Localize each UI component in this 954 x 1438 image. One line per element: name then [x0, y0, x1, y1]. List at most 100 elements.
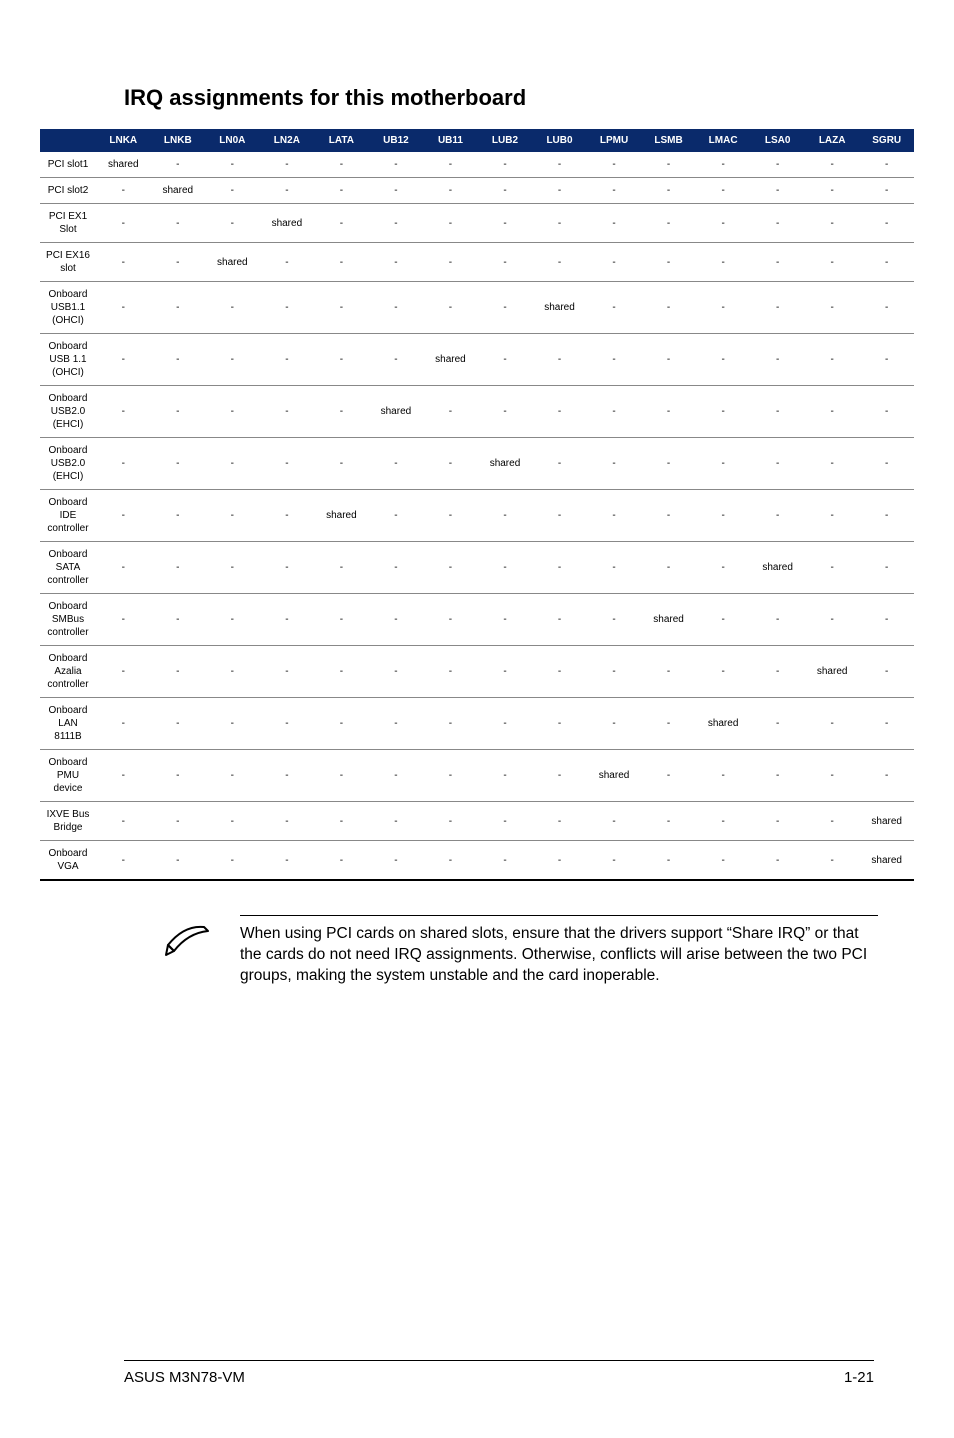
table-cell: - — [805, 802, 860, 841]
table-cell: - — [805, 178, 860, 204]
table-cell: - — [260, 282, 315, 334]
table-cell: - — [260, 334, 315, 386]
table-cell: - — [641, 841, 696, 881]
table-cell: - — [151, 802, 206, 841]
table-cell: shared — [859, 841, 914, 881]
table-row: OnboardLAN8111B-----------shared--- — [40, 698, 914, 750]
table-row: IXVE BusBridge--------------shared — [40, 802, 914, 841]
table-cell: - — [423, 698, 478, 750]
table-cell: - — [750, 594, 805, 646]
table-cell: - — [423, 841, 478, 881]
table-cell: - — [151, 152, 206, 178]
table-cell: - — [151, 841, 206, 881]
table-cell: - — [369, 750, 424, 802]
table-cell: - — [369, 152, 424, 178]
table-cell: shared — [423, 334, 478, 386]
table-cell: - — [205, 178, 260, 204]
table-cell: - — [859, 204, 914, 243]
table-cell: - — [151, 282, 206, 334]
table-cell: - — [314, 152, 369, 178]
table-cell: - — [96, 334, 151, 386]
page-footer: ASUS M3N78-VM 1-21 — [124, 1360, 874, 1386]
irq-col-header: LPMU — [587, 129, 642, 152]
table-cell: - — [205, 698, 260, 750]
table-cell: - — [859, 490, 914, 542]
irq-col-header: LNKB — [151, 129, 206, 152]
row-label: OnboardIDEcontroller — [40, 490, 96, 542]
page-title: IRQ assignments for this motherboard — [124, 85, 914, 111]
table-cell: - — [696, 841, 751, 881]
table-cell: - — [151, 243, 206, 282]
table-cell: - — [587, 490, 642, 542]
irq-col-header: UB12 — [369, 129, 424, 152]
table-cell: - — [151, 750, 206, 802]
table-cell: - — [151, 542, 206, 594]
table-cell: - — [260, 750, 315, 802]
table-cell: - — [859, 750, 914, 802]
table-cell: - — [750, 438, 805, 490]
table-cell: - — [532, 204, 587, 243]
irq-col-header: LUB0 — [532, 129, 587, 152]
table-cell: - — [96, 438, 151, 490]
table-cell: - — [151, 490, 206, 542]
footer-right: 1-21 — [844, 1369, 874, 1386]
table-cell: shared — [205, 243, 260, 282]
table-cell: - — [151, 334, 206, 386]
table-cell: - — [205, 646, 260, 698]
table-cell: - — [532, 490, 587, 542]
table-cell: - — [423, 282, 478, 334]
table-cell: - — [859, 438, 914, 490]
table-cell: - — [96, 490, 151, 542]
table-row: OnboardSMBuscontroller----------shared--… — [40, 594, 914, 646]
table-cell: - — [587, 802, 642, 841]
table-cell: - — [805, 243, 860, 282]
table-cell: - — [859, 386, 914, 438]
table-cell: shared — [260, 204, 315, 243]
table-cell: - — [151, 204, 206, 243]
table-cell: shared — [532, 282, 587, 334]
table-cell: - — [96, 282, 151, 334]
table-cell: - — [859, 594, 914, 646]
table-cell: - — [423, 594, 478, 646]
table-cell: - — [369, 282, 424, 334]
table-row: OnboardSATAcontroller------------shared-… — [40, 542, 914, 594]
table-cell: - — [805, 750, 860, 802]
table-cell: - — [369, 490, 424, 542]
table-cell: - — [478, 802, 533, 841]
table-cell: - — [369, 646, 424, 698]
table-cell: - — [587, 152, 642, 178]
table-cell: - — [587, 841, 642, 881]
table-cell: - — [478, 204, 533, 243]
table-cell: - — [369, 178, 424, 204]
table-cell: - — [587, 542, 642, 594]
row-label: OnboardVGA — [40, 841, 96, 881]
table-cell: - — [478, 841, 533, 881]
table-cell: - — [750, 152, 805, 178]
table-cell: - — [641, 204, 696, 243]
table-cell: - — [532, 438, 587, 490]
table-cell: - — [859, 542, 914, 594]
table-cell: - — [587, 243, 642, 282]
table-cell: - — [423, 542, 478, 594]
row-label: OnboardAzaliacontroller — [40, 646, 96, 698]
table-cell: - — [423, 750, 478, 802]
table-cell: - — [205, 438, 260, 490]
table-cell: - — [314, 334, 369, 386]
table-cell: - — [696, 750, 751, 802]
table-cell: - — [859, 646, 914, 698]
row-label: PCI slot1 — [40, 152, 96, 178]
table-cell: - — [696, 594, 751, 646]
table-row: OnboardIDEcontroller----shared---------- — [40, 490, 914, 542]
table-cell: - — [805, 334, 860, 386]
table-cell: shared — [859, 802, 914, 841]
table-cell: - — [96, 750, 151, 802]
table-row: OnboardUSB2.0(EHCI)-------shared------- — [40, 438, 914, 490]
row-label: OnboardLAN8111B — [40, 698, 96, 750]
table-cell: - — [641, 178, 696, 204]
irq-col-header: LN0A — [205, 129, 260, 152]
table-row: OnboardAzaliacontroller-------------shar… — [40, 646, 914, 698]
table-cell: - — [423, 386, 478, 438]
table-cell: shared — [641, 594, 696, 646]
irq-col-header: LSMB — [641, 129, 696, 152]
table-cell: - — [750, 646, 805, 698]
